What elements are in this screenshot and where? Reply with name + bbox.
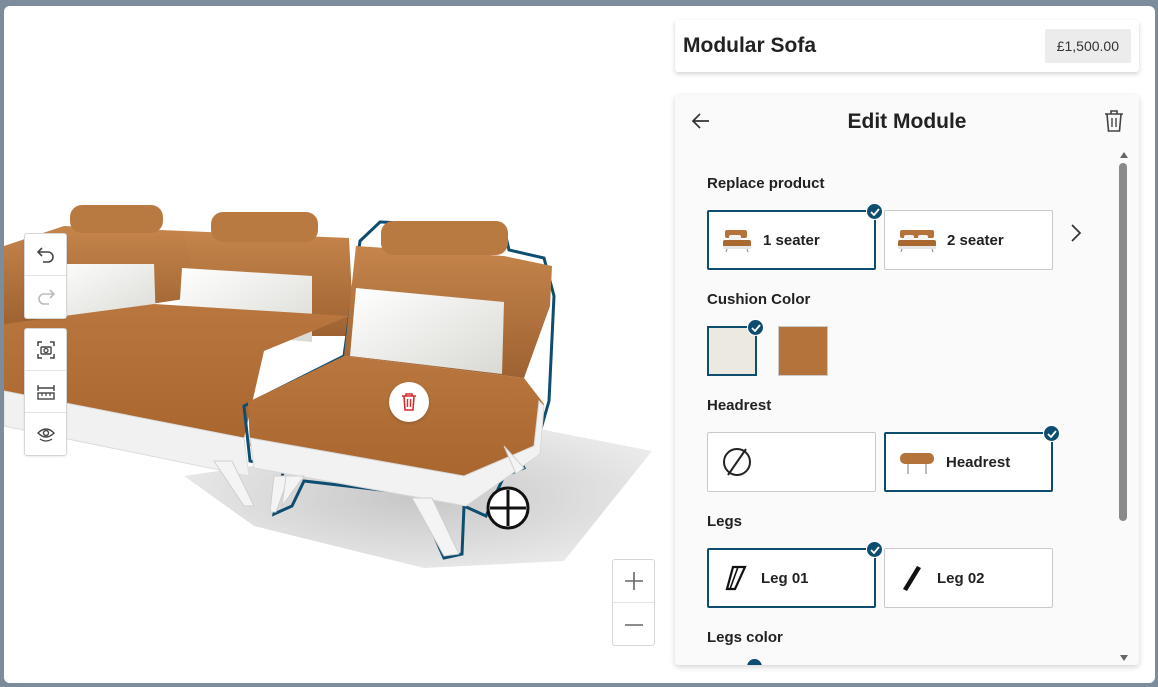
option-leg-02[interactable]: Leg 02 [884, 548, 1053, 608]
zoom-out-button[interactable] [613, 603, 654, 646]
screenshot-icon [36, 340, 55, 359]
check-icon [747, 319, 764, 336]
section-label-legs: Legs [707, 513, 743, 530]
app-frame: Modular Sofa £1,500.00 Edit Module Repla… [4, 6, 1155, 683]
undo-button[interactable] [25, 234, 66, 276]
delete-module-button[interactable] [389, 382, 429, 422]
edit-module-panel: Edit Module Replace product 1 seater 2 s… [675, 95, 1139, 665]
option-label: Headrest [946, 453, 1011, 471]
product-title: Modular Sofa [683, 34, 817, 57]
panel-header: Edit Module [675, 95, 1139, 149]
swatch-tan[interactable] [778, 326, 828, 376]
option-label: 1 seater [763, 231, 820, 249]
option-label: Leg 02 [937, 569, 985, 587]
option-no-headrest[interactable] [707, 432, 876, 492]
section-label-headrest: Headrest [707, 397, 772, 414]
panel-scroll-area[interactable]: Replace product 1 seater 2 seater Cushio… [675, 149, 1115, 665]
add-module-icon[interactable] [486, 486, 530, 530]
back-arrow-icon[interactable] [689, 109, 713, 133]
trash-icon [402, 393, 416, 411]
check-icon [866, 541, 883, 558]
headrest-icon [900, 453, 934, 474]
undo-icon [36, 246, 54, 263]
measure-icon [36, 384, 55, 400]
check-icon [746, 658, 763, 665]
sofa-2-seater-icon [898, 230, 936, 253]
leg-01-icon [725, 565, 747, 591]
panel-title: Edit Module [847, 110, 967, 133]
section-label-replace: Replace product [707, 175, 825, 192]
view-button[interactable] [25, 413, 66, 455]
check-icon [866, 203, 883, 220]
scrollbar-thumb[interactable] [1119, 163, 1127, 521]
section-label-legs-color: Legs color [707, 629, 783, 646]
zoom-out-icon [624, 623, 643, 626]
screenshot-button[interactable] [25, 329, 66, 371]
check-icon [1043, 425, 1060, 442]
product-header: Modular Sofa £1,500.00 [675, 20, 1139, 72]
leg-02-icon [903, 566, 921, 591]
view-toolbar [24, 328, 67, 456]
option-leg-01[interactable]: Leg 01 [707, 541, 883, 608]
zoom-controls [612, 559, 655, 646]
option-headrest[interactable]: Headrest [884, 425, 1060, 492]
view-icon [36, 428, 55, 442]
zoom-in-button[interactable] [613, 560, 654, 603]
option-1-seater[interactable]: 1 seater [707, 203, 883, 270]
sofa-render[interactable] [4, 6, 672, 683]
redo-button[interactable] [25, 276, 66, 318]
measure-button[interactable] [25, 371, 66, 413]
price-badge: £1,500.00 [1044, 29, 1131, 63]
trash-icon[interactable] [1103, 109, 1125, 133]
section-label-cushion: Cushion Color [707, 291, 811, 308]
option-label: Leg 01 [761, 569, 809, 587]
3d-viewport[interactable] [4, 6, 672, 683]
chevron-right-icon[interactable] [1066, 221, 1086, 245]
redo-icon [37, 289, 55, 305]
none-icon [723, 448, 751, 476]
zoom-in-icon [624, 572, 643, 590]
option-2-seater[interactable]: 2 seater [884, 210, 1053, 270]
option-label: 2 seater [947, 231, 1004, 249]
history-toolbar [24, 233, 67, 319]
sofa-1-seater-icon [723, 230, 751, 253]
swatch-cream[interactable] [707, 319, 764, 376]
